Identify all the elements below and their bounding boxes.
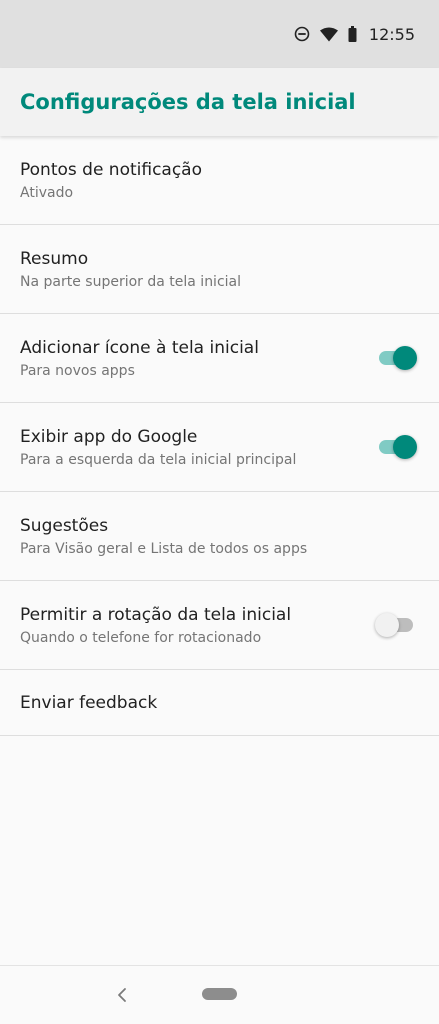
page-title: Configurações da tela inicial: [20, 90, 356, 114]
setting-add-icon-home[interactable]: Adicionar ícone à tela inicial Para novo…: [0, 314, 439, 403]
status-bar: 12:55: [0, 0, 439, 68]
setting-title: Exibir app do Google: [20, 426, 198, 447]
home-pill-icon[interactable]: [202, 988, 237, 1000]
status-icons: 12:55: [294, 25, 415, 44]
setting-title: Adicionar ícone à tela inicial: [20, 337, 259, 358]
dnd-icon: [294, 26, 310, 42]
setting-title: Sugestões: [20, 515, 109, 536]
toggle-thumb: [393, 346, 417, 370]
setting-text: Pontos de notificação Ativado: [20, 160, 202, 201]
app-bar: Configurações da tela inicial: [0, 68, 439, 136]
setting-notification-dots[interactable]: Pontos de notificação Ativado: [0, 136, 439, 225]
setting-title: Pontos de notificação: [20, 159, 203, 180]
add-icon-toggle[interactable]: [377, 346, 417, 370]
setting-title: Resumo: [20, 248, 89, 269]
setting-summary: Para novos apps: [20, 362, 135, 379]
setting-summary: Quando o telefone for rotacionado: [20, 629, 262, 646]
setting-text: Sugestões Para Visão geral e Lista de to…: [20, 516, 307, 557]
setting-summary: Para Visão geral e Lista de todos os app…: [20, 540, 308, 557]
setting-text: Exibir app do Google Para a esquerda da …: [20, 427, 296, 468]
setting-allow-rotation[interactable]: Permitir a rotação da tela inicial Quand…: [0, 581, 439, 670]
setting-summary: Na parte superior da tela inicial: [20, 273, 242, 290]
setting-text: Permitir a rotação da tela inicial Quand…: [20, 605, 291, 646]
setting-summary: Ativado: [20, 184, 74, 201]
setting-text: Resumo Na parte superior da tela inicial: [20, 249, 241, 290]
setting-send-feedback[interactable]: Enviar feedback: [0, 670, 439, 736]
setting-text: Adicionar ícone à tela inicial Para novo…: [20, 338, 259, 379]
toggle-thumb: [393, 435, 417, 459]
setting-summary-feed[interactable]: Resumo Na parte superior da tela inicial: [0, 225, 439, 314]
setting-title: Enviar feedback: [20, 692, 158, 713]
rotation-toggle[interactable]: [375, 613, 415, 637]
settings-list: Pontos de notificação Ativado Resumo Na …: [0, 136, 439, 736]
status-time: 12:55: [368, 24, 415, 44]
navigation-bar: [0, 965, 439, 1024]
back-icon[interactable]: [113, 985, 131, 1005]
battery-icon: [348, 26, 357, 42]
setting-summary: Para a esquerda da tela inicial principa…: [20, 451, 297, 468]
setting-suggestions[interactable]: Sugestões Para Visão geral e Lista de to…: [0, 492, 439, 581]
setting-title: Permitir a rotação da tela inicial: [20, 604, 292, 625]
wifi-icon: [319, 27, 338, 41]
setting-text: Enviar feedback: [20, 693, 157, 713]
setting-google-app[interactable]: Exibir app do Google Para a esquerda da …: [0, 403, 439, 492]
google-app-toggle[interactable]: [377, 435, 417, 459]
toggle-thumb: [375, 613, 399, 637]
